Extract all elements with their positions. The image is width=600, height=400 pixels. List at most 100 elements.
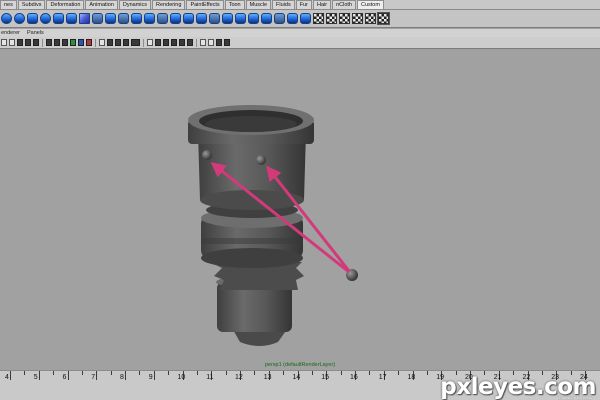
panel-menu-bar: enderer Panels: [0, 29, 600, 37]
panel-toolbar-icon[interactable]: [187, 39, 193, 46]
panel-toolbar-icon[interactable]: [86, 39, 92, 46]
panel-menu-enderer[interactable]: enderer: [0, 29, 20, 37]
shelf-tool-icon[interactable]: [339, 13, 350, 24]
panel-toolbar-icon[interactable]: [78, 39, 84, 46]
shelf-tab-ncloth[interactable]: nCloth: [332, 0, 356, 9]
model-collar[interactable]: [201, 202, 303, 268]
shelf-tool-icon[interactable]: [287, 13, 298, 24]
timeline-frame-label: 4: [5, 374, 9, 381]
panel-toolbar-icon[interactable]: [70, 39, 76, 46]
panel-menu-panels[interactable]: Panels: [26, 29, 44, 37]
shelf-tab-dynamics[interactable]: Dynamics: [118, 0, 152, 9]
panel-toolbar-icon[interactable]: [46, 39, 52, 46]
toolbar-separator: [143, 38, 144, 47]
toolbar-separator: [196, 38, 197, 47]
shelf-tool-icon[interactable]: [196, 13, 207, 24]
panel-toolbar-icon[interactable]: [17, 39, 23, 46]
shelf-tool-icon[interactable]: [40, 13, 51, 24]
shelf-tool-icon[interactable]: [92, 13, 103, 24]
watermark-subtext: photoshop contests: [557, 395, 592, 400]
shelf-tool-icon[interactable]: [235, 13, 246, 24]
panel-toolbar-icon[interactable]: [107, 39, 113, 46]
shelf-tab-hair[interactable]: Hair: [312, 0, 332, 9]
shelf-tab-bar: nes Subdivs Deformation Animation Dynamics Re…: [0, 0, 600, 10]
shelf-tool-icon[interactable]: [105, 13, 116, 24]
timeline-tick: [139, 371, 141, 375]
model-nozzle[interactable]: [210, 262, 304, 346]
shelf-tool-icon[interactable]: [14, 13, 25, 24]
timeline-frame-label: 5: [33, 374, 38, 381]
timeline-tick: [38, 371, 40, 380]
shelf-tool-icon[interactable]: [377, 12, 390, 25]
shelf-tab-animation[interactable]: Animation: [85, 0, 118, 9]
shelf-tab-nes[interactable]: nes: [0, 0, 17, 9]
panel-toolbar-icon[interactable]: [163, 39, 169, 46]
timeline-tick: [110, 371, 112, 375]
panel-toolbar-icon[interactable]: [224, 39, 230, 46]
shelf-tool-icon[interactable]: [66, 13, 77, 24]
shelf-tool-icon[interactable]: [131, 13, 142, 24]
shelf-tool-icon[interactable]: [27, 13, 38, 24]
shelf-tool-icon[interactable]: [248, 13, 259, 24]
timeline-tick: [225, 371, 227, 375]
panel-toolbar-icon[interactable]: [208, 39, 214, 46]
shelf-tool-icon[interactable]: [300, 13, 311, 24]
shelf-tool-icon[interactable]: [53, 13, 64, 24]
panel-toolbar-icon[interactable]: [33, 39, 39, 46]
panel-toolbar-icon[interactable]: [99, 39, 105, 46]
timeline-frame-label: 15: [321, 374, 330, 381]
shelf-tool-icon[interactable]: [261, 13, 272, 24]
shelf-tool-icon[interactable]: [170, 13, 181, 24]
timeline-tick: [125, 371, 126, 380]
shelf-tool-icon[interactable]: [274, 13, 285, 24]
timeline-tick: [153, 371, 155, 380]
panel-toolbar-icon[interactable]: [1, 39, 7, 46]
panel-toolbar-icon[interactable]: [54, 39, 60, 46]
shelf-tab-deformation[interactable]: Deformation: [46, 0, 85, 9]
panel-toolbar-icon[interactable]: [123, 39, 129, 46]
panel-toolbar-icon[interactable]: [155, 39, 161, 46]
shelf-tool-icon[interactable]: [183, 13, 194, 24]
shelf-tab-painteffects[interactable]: PaintEffects: [186, 0, 224, 9]
panel-toolbar-icon[interactable]: [171, 39, 177, 46]
shelf-tool-icon[interactable]: [352, 13, 363, 24]
shelf-tool-icon[interactable]: [144, 13, 155, 24]
timeline-tick: [96, 371, 98, 380]
shelf-tab-fluids[interactable]: Fluids: [272, 0, 295, 9]
panel-toolbar-icon[interactable]: [25, 39, 31, 46]
toolbar-separator: [42, 38, 43, 47]
locator-ball-left[interactable]: [202, 150, 212, 160]
timeline-frame-label: 18: [407, 374, 416, 381]
panel-toolbar-icon[interactable]: [131, 39, 140, 46]
panel-toolbar-icon[interactable]: [62, 39, 68, 46]
shelf-tool-icon[interactable]: [209, 13, 220, 24]
shelf-tool-icon[interactable]: [326, 13, 337, 24]
timeline-tick: [254, 371, 256, 375]
timeline-frame-label: 6: [62, 374, 67, 381]
panel-toolbar-icon[interactable]: [147, 39, 153, 46]
shelf-tool-icon[interactable]: [157, 13, 168, 24]
viewport-3d[interactable]: persp1 (defaultRenderLayer): [0, 50, 600, 370]
shelf-tool-icon[interactable]: [313, 13, 324, 24]
shelf-tab-rendering[interactable]: Rendering: [152, 0, 186, 9]
timeline-tick: [81, 371, 83, 375]
shelf-tab-subdivs[interactable]: Subdivs: [17, 0, 46, 9]
locator-ball-right[interactable]: [256, 155, 266, 165]
shelf-tab-custom[interactable]: Custom: [356, 0, 384, 9]
shelf-tool-icon[interactable]: [1, 13, 12, 24]
shelf-tool-icon[interactable]: [79, 13, 90, 24]
shelf-tool-icon[interactable]: [118, 13, 129, 24]
shelf-tool-icon[interactable]: [365, 13, 376, 24]
panel-toolbar-icon[interactable]: [9, 39, 15, 46]
viewport-scene: [188, 105, 358, 346]
timeline-frame-label: 16: [350, 374, 358, 381]
shelf-tab-fur[interactable]: Fur: [295, 0, 312, 9]
panel-toolbar-icon[interactable]: [179, 39, 185, 46]
shelf-tab-toon[interactable]: Toon: [224, 0, 245, 9]
panel-toolbar-icon[interactable]: [115, 39, 121, 46]
timeline-frame-label: 11: [206, 374, 214, 381]
panel-toolbar-icon[interactable]: [200, 39, 206, 46]
shelf-tool-icon[interactable]: [222, 13, 233, 24]
shelf-tab-muscle[interactable]: Muscle: [245, 0, 272, 9]
panel-toolbar-icon[interactable]: [216, 39, 222, 46]
